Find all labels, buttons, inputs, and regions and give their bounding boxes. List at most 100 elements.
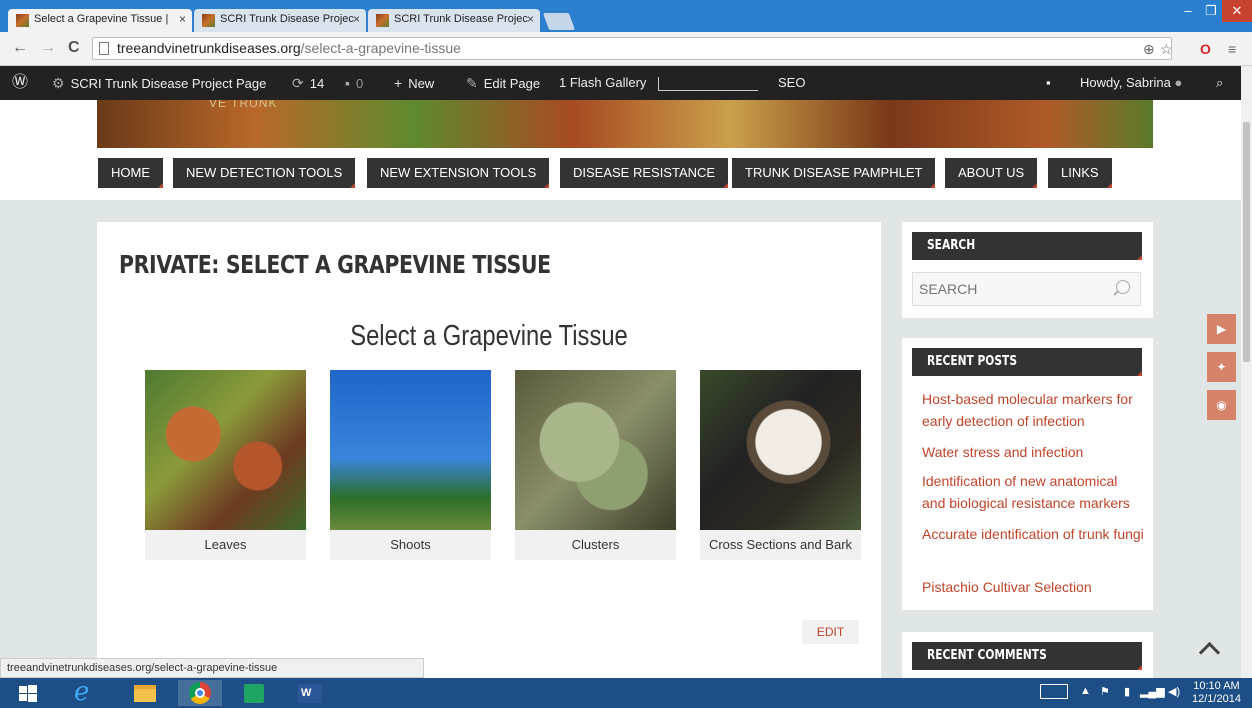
tissue-tile-shoots[interactable]: Shoots: [330, 370, 491, 560]
edit-button[interactable]: EDIT: [802, 620, 859, 644]
link-status-bar: treeandvinetrunkdiseases.org/select-a-gr…: [0, 658, 424, 678]
minimize-icon[interactable]: –: [1176, 0, 1200, 22]
tissue-tile-leaves[interactable]: Leaves: [145, 370, 306, 560]
twitter-icon[interactable]: ✦: [1207, 352, 1236, 382]
admin-search-icon[interactable]: ⌕: [1216, 66, 1223, 100]
menu-item-disease-resistance[interactable]: DISEASE RESISTANCE: [560, 158, 729, 188]
browser-tab[interactable]: SCRI Trunk Disease Projec ×: [194, 9, 366, 32]
bookmark-star-icon[interactable]: ☆: [1160, 41, 1173, 58]
wordpress-logo-icon[interactable]: Ⓦ: [12, 66, 28, 100]
cross-sections-image[interactable]: [700, 370, 861, 530]
internet-explorer-icon[interactable]: e: [64, 677, 108, 707]
browser-tab-active[interactable]: Select a Grapevine Tissue | ×: [8, 9, 192, 32]
recent-post-link[interactable]: Host-based molecular markers for early d…: [922, 388, 1144, 432]
address-bar[interactable]: treeandvinetrunkdiseases.org/select-a-gr…: [92, 37, 1172, 60]
scrollbar-thumb[interactable]: [1243, 122, 1250, 362]
new-content-link[interactable]: + New: [394, 66, 434, 100]
windows-taskbar: e W ▲ ⚑ ▮ ▂▄▆ ◀) 10:10 AM 12/1/2014: [0, 677, 1252, 708]
chrome-taskbar-icon[interactable]: [178, 680, 222, 706]
store-icon[interactable]: [232, 680, 276, 706]
tab-label: SCRI Trunk Disease Projec: [220, 13, 354, 25]
tab-label: Select a Grapevine Tissue |: [34, 13, 169, 25]
url-path: /select-a-grapevine-tissue: [300, 40, 461, 56]
site-name-link[interactable]: ⚙ SCRI Trunk Disease Project Page: [52, 66, 266, 100]
battery-icon[interactable]: ▮: [1124, 685, 1130, 698]
tile-caption[interactable]: Clusters: [515, 530, 676, 560]
tile-caption[interactable]: Leaves: [145, 530, 306, 560]
wp-admin-bar: Ⓦ ⚙ SCRI Trunk Disease Project Page ⟳ 14 ▪…: [0, 66, 1252, 100]
volume-icon[interactable]: ◀): [1168, 685, 1180, 698]
seo-link[interactable]: SEO: [778, 66, 805, 100]
opera-extension-icon[interactable]: O: [1200, 41, 1211, 57]
new-tab-button[interactable]: [542, 13, 576, 30]
scroll-to-top-icon[interactable]: [1198, 641, 1224, 655]
tile-caption[interactable]: Cross Sections and Bark: [700, 530, 861, 560]
menu-icon[interactable]: ≡: [1228, 41, 1236, 57]
clusters-image[interactable]: [515, 370, 676, 530]
menu-item-links[interactable]: LINKS: [1048, 158, 1112, 188]
plus-icon: +: [394, 75, 403, 91]
updates-link[interactable]: ⟳ 14: [292, 66, 324, 100]
comments-link[interactable]: ▪ 0: [345, 66, 363, 100]
recent-post-link[interactable]: Pistachio Cultivar Selection: [922, 576, 1144, 598]
page-viewport: VE TRUNK HOME NEW DETECTION TOOLS NEW EX…: [0, 100, 1252, 678]
recent-post-link[interactable]: Accurate identification of trunk fungi: [922, 523, 1144, 545]
page-scrollbar[interactable]: [1241, 66, 1252, 678]
word-icon[interactable]: W: [288, 680, 332, 706]
tissue-tile-clusters[interactable]: Clusters: [515, 370, 676, 560]
recent-post-link[interactable]: Identification of new anatomical and bio…: [922, 470, 1144, 514]
search-icon[interactable]: [1116, 280, 1130, 294]
section-title: Select a Grapevine Tissue: [350, 320, 628, 352]
recent-comments-widget: RECENT COMMENTS: [902, 632, 1153, 678]
browser-toolbar: ← → C treeandvinetrunkdiseases.org/selec…: [0, 32, 1252, 66]
edit-page-link[interactable]: ✎ Edit Page: [466, 66, 540, 100]
account-link[interactable]: Howdy, Sabrina ●: [1080, 66, 1182, 100]
tab-close-icon[interactable]: ×: [527, 12, 534, 26]
menu-item-new-extension-tools[interactable]: NEW EXTENSION TOOLS: [367, 158, 550, 188]
notification-icon[interactable]: ▪: [1046, 66, 1051, 100]
shoots-image[interactable]: [330, 370, 491, 530]
network-icon[interactable]: ▂▄▆: [1140, 685, 1165, 698]
main-content: PRIVATE: SELECT A GRAPEVINE TISSUE Selec…: [97, 222, 881, 678]
site-favicon-icon: [16, 14, 29, 27]
flash-gallery-link[interactable]: 1 Flash Gallery: [559, 66, 759, 100]
page-icon: [99, 42, 109, 55]
menu-item-trunk-disease-pamphlet[interactable]: TRUNK DISEASE PAMPHLET: [732, 158, 936, 188]
forward-arrow-icon[interactable]: →: [40, 39, 56, 57]
browser-tab-strip: Select a Grapevine Tissue | × SCRI Trunk…: [0, 0, 1252, 32]
widget-title: SEARCH: [912, 232, 1142, 260]
show-hidden-icons-icon[interactable]: ▲: [1080, 685, 1091, 697]
leaves-image[interactable]: [145, 370, 306, 530]
widget-title: RECENT POSTS: [912, 348, 1142, 376]
menu-item-home[interactable]: HOME: [98, 158, 163, 188]
tab-close-icon[interactable]: ×: [179, 12, 186, 26]
zoom-icon[interactable]: ⊕: [1143, 41, 1155, 58]
widget-title: RECENT COMMENTS: [912, 642, 1142, 670]
youtube-icon[interactable]: ▶: [1207, 314, 1236, 344]
dashboard-icon: ⚙: [52, 75, 65, 91]
search-input[interactable]: [912, 272, 1141, 306]
tissue-tile-cross-sections[interactable]: Cross Sections and Bark: [700, 370, 861, 560]
keyboard-icon[interactable]: [1040, 684, 1068, 699]
browser-tab[interactable]: SCRI Trunk Disease Projec ×: [368, 9, 540, 32]
tab-close-icon[interactable]: ×: [353, 12, 360, 26]
file-explorer-icon[interactable]: [122, 680, 166, 706]
action-center-flag-icon[interactable]: ⚑: [1100, 685, 1110, 698]
site-favicon-icon: [376, 14, 389, 27]
menu-item-about-us[interactable]: ABOUT US: [945, 158, 1038, 188]
system-clock[interactable]: 10:10 AM 12/1/2014: [1192, 680, 1241, 706]
back-arrow-icon[interactable]: ←: [12, 39, 28, 57]
rss-icon[interactable]: ◉: [1207, 390, 1236, 420]
menu-item-new-detection-tools[interactable]: NEW DETECTION TOOLS: [173, 158, 356, 188]
clock-time: 10:10 AM: [1193, 680, 1240, 692]
updates-icon: ⟳: [292, 75, 304, 91]
tile-caption[interactable]: Shoots: [330, 530, 491, 560]
restore-icon[interactable]: ❐: [1200, 0, 1222, 22]
recent-post-link[interactable]: Water stress and infection: [922, 441, 1144, 463]
tab-label: SCRI Trunk Disease Projec: [394, 13, 528, 25]
search-widget: SEARCH: [902, 222, 1153, 318]
close-window-icon[interactable]: ✕: [1222, 0, 1252, 22]
page-title: PRIVATE: SELECT A GRAPEVINE TISSUE: [119, 250, 551, 279]
start-windows-icon[interactable]: [6, 680, 50, 706]
reload-icon[interactable]: C: [68, 39, 80, 57]
